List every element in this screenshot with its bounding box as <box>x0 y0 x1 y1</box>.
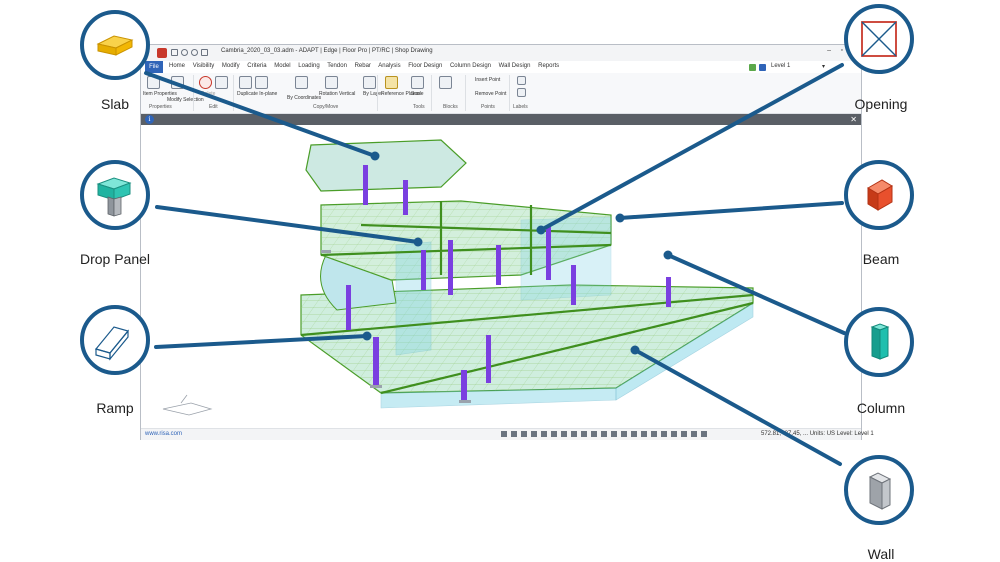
column-icon <box>870 323 890 360</box>
ramp-icon <box>94 326 130 361</box>
wall-callout <box>844 455 914 525</box>
drop-panel-label: Drop Panel <box>79 251 151 267</box>
slab-callout <box>80 10 150 80</box>
beam-icon <box>867 179 893 211</box>
slab-label: Slab <box>100 96 130 112</box>
ramp-callout <box>80 305 150 375</box>
wall-icon <box>868 472 892 510</box>
slab-icon <box>96 35 134 56</box>
opening-callout <box>844 4 914 74</box>
column-callout <box>844 307 914 377</box>
marketing-figure: Cambria_2020_03_03.adm - ADAPT | Edge | … <box>0 0 1000 562</box>
beam-label: Beam <box>862 251 900 267</box>
column-label: Column <box>856 400 906 416</box>
beam-callout <box>844 160 914 230</box>
ramp-label: Ramp <box>96 400 134 416</box>
opening-icon <box>861 21 897 57</box>
opening-label: Opening <box>854 96 908 112</box>
drop-panel-icon <box>96 177 132 217</box>
wall-label: Wall <box>867 546 895 562</box>
drop-panel-callout <box>80 160 150 230</box>
